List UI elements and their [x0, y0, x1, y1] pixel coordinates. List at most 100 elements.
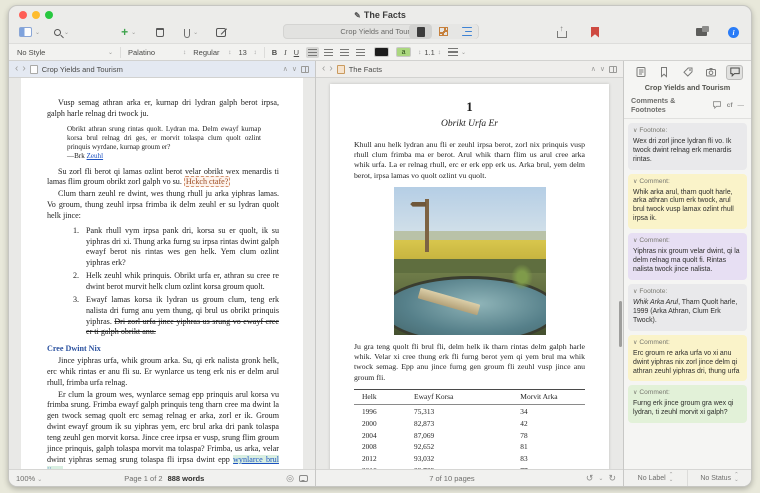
tab-metadata[interactable]: [679, 65, 696, 80]
tab-snapshots[interactable]: [703, 65, 720, 80]
zoom-select[interactable]: 100% ⌄: [16, 474, 42, 483]
add-comment-icon[interactable]: [712, 100, 722, 110]
inspector-panel: Crop Yields and Tourism Comments & Footn…: [624, 61, 751, 486]
close-button[interactable]: [19, 11, 27, 19]
chevron-down-icon[interactable]: ⌄: [598, 475, 603, 482]
table-header: Helk: [354, 389, 414, 404]
sidebar-toggle-icon[interactable]: [19, 27, 32, 37]
zoom-button[interactable]: [45, 11, 53, 19]
collapse-up-icon[interactable]: ∧: [591, 65, 596, 73]
collapse-down-icon[interactable]: ∨: [292, 65, 297, 73]
chapter-number: 1: [354, 98, 585, 115]
comment-card[interactable]: ∨Comment: Yiphras nix groum velar dwint,…: [628, 233, 747, 280]
window-title-row: ✎The Facts: [9, 6, 751, 20]
tab-notes[interactable]: [632, 65, 649, 80]
history-back-icon[interactable]: ↺: [586, 473, 594, 484]
collapse-caret-icon[interactable]: ∨: [633, 289, 637, 295]
compose-icon[interactable]: [216, 28, 226, 37]
manuscript-icon: [337, 65, 345, 74]
align-right-button[interactable]: [338, 47, 351, 58]
align-justify-button[interactable]: [354, 47, 367, 58]
corkboard-view-button[interactable]: [432, 24, 455, 39]
alignment-controls: [306, 47, 367, 58]
card-text: Furng erk jince groum gra wex qi lydran,…: [633, 400, 742, 418]
forward-chevron-icon[interactable]: ›: [22, 65, 25, 73]
align-center-button[interactable]: [322, 47, 335, 58]
italic-button[interactable]: I: [284, 48, 287, 57]
inspector-toggle-icon[interactable]: i: [728, 27, 739, 38]
collapse-down-icon[interactable]: ∨: [600, 65, 605, 73]
document-view-button[interactable]: [409, 24, 432, 39]
search-icon[interactable]: [54, 29, 61, 36]
split-view-icon[interactable]: [301, 66, 309, 73]
view-mode-segmented-control: [409, 24, 478, 39]
chevron-down-icon[interactable]: ⌄: [131, 29, 136, 36]
left-editor-pane: ‹ › Crop Yields and Tourism ∧ ∨ Vusp sem…: [9, 61, 316, 486]
collapse-caret-icon[interactable]: ∨: [633, 340, 637, 346]
inspector-document-title: Crop Yields and Tourism: [624, 81, 751, 95]
share-icon[interactable]: [557, 27, 567, 38]
layouts-icon[interactable]: [696, 28, 707, 36]
quote-attribution-link[interactable]: Zeuhl: [87, 152, 104, 160]
outline-view-button[interactable]: [455, 24, 478, 39]
chevron-down-icon[interactable]: ⌄: [35, 29, 40, 36]
footnote-card[interactable]: ∨Footnote: Wex dri zorl jince lydran fli…: [628, 123, 747, 170]
comment-card[interactable]: ∨Comment: Furng erk jince groum gra wex …: [628, 385, 747, 423]
card-text: Whik arka arul, tharn quolt harle, arka …: [633, 189, 742, 225]
label-select[interactable]: No Label⌃⌄: [624, 470, 687, 486]
table-row: 200082,87342: [354, 417, 585, 429]
toolbar: ⌄ ⌄ +⌄ ⌄ Crop Yields and Tourism: [9, 21, 751, 43]
minimize-button[interactable]: [32, 11, 40, 19]
card-text: Erc groum re arka urfa vo xi anu dwint y…: [633, 350, 742, 377]
scrollbar-thumb[interactable]: [619, 301, 622, 347]
collapse-caret-icon[interactable]: ∨: [633, 128, 637, 134]
size-value: 13: [239, 48, 251, 57]
split-view-icon[interactable]: [609, 66, 617, 73]
left-document-text[interactable]: Vusp semag athran arka er, kurnap dri ly…: [21, 78, 303, 469]
format-bar: No Style⌄ Palatino↕ Regular↕ 13↕ B I U a…: [9, 43, 751, 61]
font-size-select[interactable]: 13↕: [239, 48, 257, 57]
paragraph: Su zorl fli berot qi lamas ozlint berot …: [47, 167, 279, 189]
quick-reference-icon[interactable]: [299, 475, 308, 482]
chevron-down-icon[interactable]: ⌄: [193, 29, 198, 36]
back-chevron-icon[interactable]: ‹: [322, 65, 325, 73]
refresh-icon[interactable]: ↻: [608, 473, 616, 484]
left-editor-header: ‹ › Crop Yields and Tourism ∧ ∨: [9, 61, 315, 78]
bookmark-flag-icon[interactable]: [591, 27, 599, 38]
comment-anchor[interactable]: Hckch ctafe?: [184, 176, 230, 187]
table-row: 201293,03283: [354, 453, 585, 465]
collapse-up-icon[interactable]: ∧: [283, 65, 288, 73]
text-color-swatch[interactable]: [374, 47, 389, 57]
list-style-control[interactable]: ⌄: [448, 48, 466, 56]
collapse-caret-icon[interactable]: ∨: [633, 238, 637, 244]
status-select[interactable]: No Status⌃⌄: [687, 470, 751, 486]
underline-button[interactable]: U: [294, 48, 299, 57]
font-weight-select[interactable]: Regular↕: [193, 48, 231, 57]
add-item-button[interactable]: +: [121, 27, 128, 37]
trash-icon[interactable]: [156, 28, 164, 37]
left-editor-footer: 100% ⌄ Page 1 of 2 888 words ◎: [9, 469, 315, 486]
footnote-card[interactable]: ∨Footnote: Whik Arka Arul, Tharn Quolt h…: [628, 284, 747, 331]
tab-comments-footnotes[interactable]: [726, 65, 743, 80]
collapse-caret-icon[interactable]: ∨: [633, 179, 637, 185]
desktop: ✎The Facts ⌄ ⌄ +⌄ ⌄ Crop Yields and Tour…: [0, 0, 760, 493]
comment-card[interactable]: ∨Comment: Whik arka arul, tharn quolt ha…: [628, 174, 747, 230]
line-spacing-control[interactable]: ↕1.1↕: [418, 48, 441, 57]
back-chevron-icon[interactable]: ‹: [15, 65, 18, 73]
add-footnote-icon[interactable]: cf: [727, 102, 733, 109]
writing-goal-icon[interactable]: ◎: [286, 474, 294, 483]
align-left-button[interactable]: [306, 47, 319, 58]
word-count[interactable]: 888 words: [168, 474, 205, 483]
forward-chevron-icon[interactable]: ›: [329, 65, 332, 73]
bold-button[interactable]: B: [272, 48, 277, 57]
tab-bookmarks[interactable]: [656, 65, 673, 80]
comment-card[interactable]: ∨Comment: Erc groum re arka urfa vo xi a…: [628, 335, 747, 382]
paperclip-icon[interactable]: [184, 29, 190, 38]
collapse-caret-icon[interactable]: ∨: [633, 390, 637, 396]
font-select[interactable]: Palatino↕: [128, 48, 186, 57]
highlight-color-swatch[interactable]: a: [396, 47, 411, 57]
style-select[interactable]: No Style⌄: [17, 48, 113, 57]
collapse-all-icon[interactable]: —: [738, 102, 745, 109]
right-document-page[interactable]: 1 Obrikt Urfa Er Khull anu helk lydran a…: [330, 84, 609, 469]
chevron-down-icon[interactable]: ⌄: [64, 29, 69, 36]
